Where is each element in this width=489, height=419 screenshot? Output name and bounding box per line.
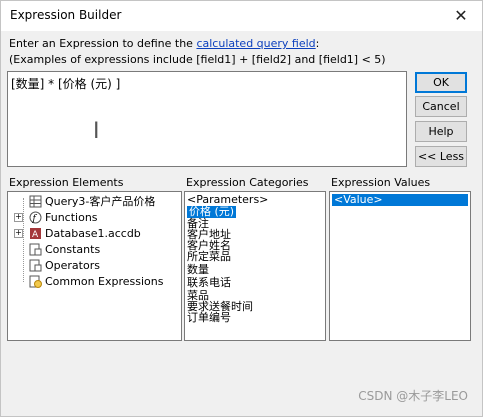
expression-values-label: Expression Values — [331, 176, 431, 189]
instruction-prefix: Enter an Expression to define the — [9, 37, 197, 50]
expand-icon[interactable]: + — [14, 229, 23, 238]
tree-item-label: Common Expressions — [45, 275, 164, 288]
expression-values-list[interactable]: <Value> — [329, 191, 471, 341]
instruction-text: Enter an Expression to define the calcul… — [9, 37, 319, 50]
close-icon[interactable]: ✕ — [450, 5, 472, 27]
category-item[interactable]: 所定菜品 — [187, 251, 231, 263]
expression-elements-tree[interactable]: Query3-客户产品价格 + f Functions + A Database… — [7, 191, 182, 341]
expression-value[interactable]: [数量] * [价格 (元) ] — [11, 75, 120, 92]
database-icon: A — [29, 227, 42, 240]
value-item-selected[interactable]: <Value> — [332, 194, 468, 206]
operators-icon — [29, 259, 42, 272]
text-cursor-icon: I — [93, 119, 100, 144]
examples-text: (Examples of expressions include [field1… — [9, 53, 386, 66]
functions-icon: f — [29, 211, 42, 224]
expression-input[interactable]: [数量] * [价格 (元) ] I — [7, 71, 407, 167]
category-item[interactable]: 联系电话 — [187, 277, 231, 289]
cancel-button[interactable]: Cancel — [415, 96, 467, 117]
tree-item-constants[interactable]: Constants — [14, 242, 179, 258]
expression-categories-label: Expression Categories — [186, 176, 309, 189]
title-bar: Expression Builder ✕ — [1, 1, 482, 31]
expression-elements-label: Expression Elements — [9, 176, 124, 189]
instruction-suffix: : — [315, 37, 320, 50]
tree-item-label: Constants — [45, 243, 101, 256]
tree-item-label: Functions — [45, 211, 98, 224]
constants-icon — [29, 243, 42, 256]
calculated-query-field-link[interactable]: calculated query field — [196, 37, 315, 50]
query-icon — [29, 195, 42, 208]
tree-item-label: Database1.accdb — [45, 227, 141, 240]
tree-item-common-expressions[interactable]: Common Expressions — [14, 274, 179, 290]
ok-button[interactable]: OK — [415, 72, 467, 93]
tree-item-operators[interactable]: Operators — [14, 258, 179, 274]
expand-icon[interactable]: + — [14, 213, 23, 222]
tree-item-label: Query3-客户产品价格 — [45, 195, 156, 208]
tree-item-functions[interactable]: + f Functions — [14, 210, 179, 226]
tree-item-database[interactable]: + A Database1.accdb — [14, 226, 179, 242]
dialog-title: Expression Builder — [10, 8, 122, 22]
watermark: CSDN @木子李LEO — [358, 389, 468, 403]
tree-item-query3[interactable]: Query3-客户产品价格 — [14, 194, 179, 210]
help-button[interactable]: Help — [415, 121, 467, 142]
less-button[interactable]: << Less — [415, 146, 467, 167]
svg-text:A: A — [32, 230, 39, 240]
category-item[interactable]: 数量 — [187, 264, 209, 276]
expression-builder-dialog: Expression Builder ✕ Enter an Expression… — [0, 0, 483, 417]
category-item[interactable]: 订单编号 — [187, 312, 231, 324]
expression-categories-list[interactable]: <Parameters> 价格 (元) 备注 客户地址 客户姓名 所定菜品 数量… — [184, 191, 326, 341]
common-expressions-icon — [29, 275, 42, 288]
tree-item-label: Operators — [45, 259, 100, 272]
